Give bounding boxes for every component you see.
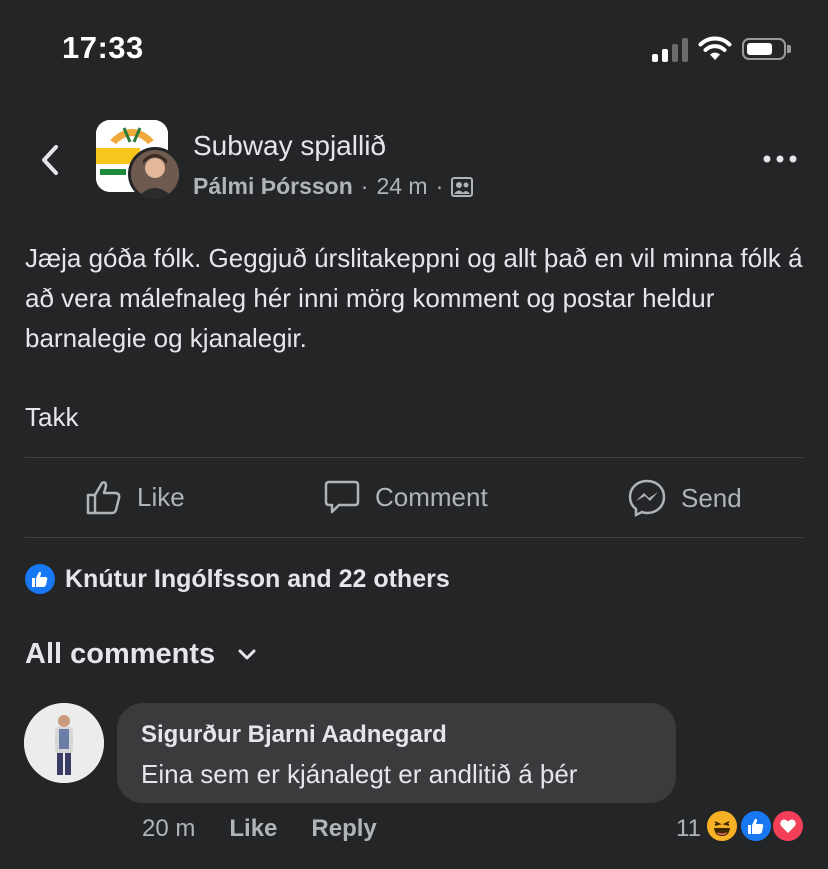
like-label: Like — [137, 481, 185, 512]
thumbs-up-icon — [86, 481, 121, 515]
battery-icon — [742, 38, 791, 60]
comment-footer: 20 m Like Reply — [142, 815, 377, 843]
back-button[interactable] — [34, 142, 70, 178]
send-label: Send — [681, 482, 742, 513]
author-avatar[interactable] — [128, 147, 182, 201]
wifi-icon — [698, 36, 732, 67]
send-button[interactable]: Send — [627, 478, 742, 518]
comment-reaction-count[interactable]: 11 — [676, 815, 701, 843]
comments-filter-dropdown[interactable]: All comments — [25, 638, 257, 671]
comment-button[interactable]: Comment — [323, 478, 488, 516]
reactions-text: Knútur Ingólfsson and 22 others — [65, 564, 450, 593]
comment-time: 20 m — [142, 815, 196, 842]
comment-label: Comment — [375, 481, 488, 512]
group-members-icon — [451, 176, 474, 197]
post-body: Jæja góða fólk. Geggjuð úrslitakeppni og… — [25, 238, 805, 437]
comment-reply-button[interactable]: Reply — [311, 815, 376, 843]
divider — [25, 457, 804, 458]
more-options-button[interactable] — [762, 148, 798, 170]
comments-filter-label: All comments — [25, 638, 216, 670]
meta-separator: · — [435, 173, 444, 199]
chevron-down-icon — [238, 649, 256, 659]
reactions-summary[interactable]: Knútur Ingólfsson and 22 others — [25, 564, 450, 594]
post-closing: Takk — [25, 402, 79, 432]
post-actions: Like Comment Send — [25, 470, 804, 528]
commenter-avatar[interactable] — [24, 703, 104, 783]
person-photo-icon — [24, 703, 104, 783]
post-time[interactable]: 24 m — [376, 173, 427, 200]
like-reaction-icon — [25, 564, 55, 594]
comment-icon — [324, 480, 360, 514]
group-name[interactable]: Subway spjallið — [193, 130, 386, 162]
divider — [25, 537, 804, 538]
love-icon[interactable] — [771, 809, 805, 843]
like-button[interactable]: Like — [85, 478, 185, 516]
author-name[interactable]: Pálmi Þórsson — [193, 173, 353, 200]
meta-separator: · — [360, 173, 369, 199]
comment-bubble[interactable]: Sigurður Bjarni Aadnegard Eina sem er kj… — [117, 703, 676, 803]
post-meta: Pálmi Þórsson · 24 m · — [193, 173, 474, 200]
person-photo-icon — [131, 150, 179, 198]
cellular-signal-icon — [652, 38, 690, 62]
messenger-icon — [628, 479, 666, 518]
comment-like-button[interactable]: Like — [229, 815, 277, 843]
laugh-icon[interactable] — [705, 809, 739, 843]
comment-text: Eina sem er kjánalegt er andlitið á þér — [141, 759, 578, 789]
more-dots-icon — [763, 155, 797, 163]
status-time: 17:33 — [62, 30, 144, 65]
chevron-left-icon — [42, 145, 58, 175]
post-text: Jæja góða fólk. Geggjuð úrslitakeppni og… — [25, 243, 803, 353]
like-icon[interactable] — [739, 809, 773, 843]
comment-author[interactable]: Sigurður Bjarni Aadnegard — [141, 721, 652, 749]
